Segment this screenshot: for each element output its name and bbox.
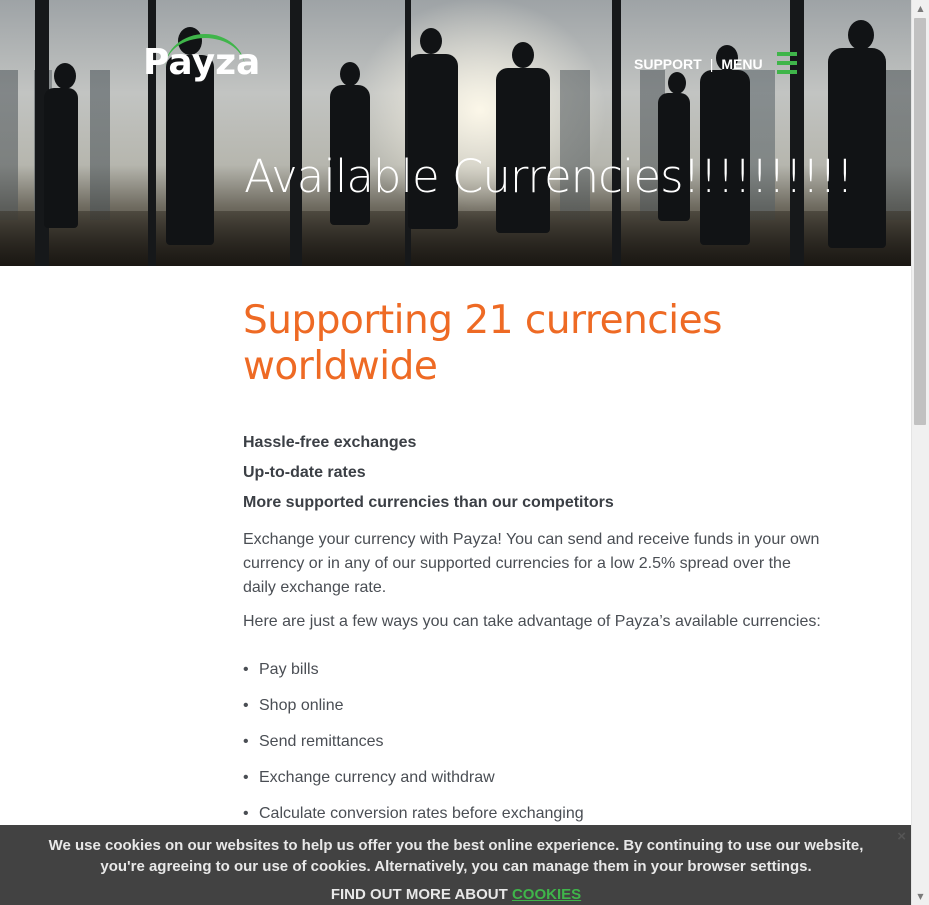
cookie-message: We use cookies on our websites to help u…: [48, 837, 864, 875]
scroll-down-arrow-icon[interactable]: ▼: [912, 888, 929, 905]
menu-link[interactable]: MENU: [721, 56, 762, 72]
top-navigation: SUPPORT | MENU: [634, 55, 763, 73]
person-silhouette: [44, 88, 78, 228]
hamburger-icon[interactable]: [777, 52, 797, 74]
person-silhouette: [668, 72, 686, 94]
list-item: • Pay bills: [243, 652, 828, 688]
window-frame: [290, 0, 302, 266]
cookie-more-label: FIND OUT MORE ABOUT: [330, 886, 508, 903]
hero-banner: Payza SUPPORT | MENU Available Currencie…: [0, 0, 912, 266]
payza-logo[interactable]: Payza: [143, 32, 260, 88]
person-silhouette: [340, 62, 360, 86]
cookie-banner: We use cookies on our websites to help u…: [0, 825, 912, 905]
list-item-label: Shop online: [259, 697, 344, 714]
person-silhouette: [54, 63, 76, 89]
list-item-label: Exchange currency and withdraw: [259, 769, 495, 786]
scroll-up-arrow-icon[interactable]: ▲: [912, 0, 929, 17]
intro-paragraph: Exchange your currency with Payza! You c…: [243, 531, 820, 596]
person-silhouette: [848, 20, 874, 50]
cookies-link[interactable]: COOKIES: [512, 886, 581, 903]
window-frame: [790, 0, 804, 266]
feature-item: Hassle-free exchanges: [243, 434, 417, 451]
logo-wordmark: Payza: [143, 42, 261, 83]
scrollbar-thumb[interactable]: [914, 18, 926, 425]
list-item-label: Pay bills: [259, 661, 319, 678]
window-frame: [612, 0, 621, 266]
bullet-icon: •: [243, 697, 249, 714]
vertical-scrollbar[interactable]: ▲ ▼: [911, 0, 929, 905]
page-headline: Supporting 21 currencies worldwide: [243, 298, 722, 389]
close-icon[interactable]: ×: [897, 828, 906, 845]
ways-paragraph: Here are just a few ways you can take ad…: [243, 613, 821, 630]
feature-item: Up-to-date rates: [243, 464, 366, 481]
support-link[interactable]: SUPPORT: [634, 56, 702, 72]
bullet-icon: •: [243, 769, 249, 786]
hero-title: Available Currencies!!!!!!!!!!: [244, 150, 854, 203]
person-silhouette: [828, 48, 886, 248]
uses-list: • Pay bills • Shop online • Send remittance…: [243, 652, 828, 832]
feature-item: More supported currencies than our compe…: [243, 494, 614, 511]
list-item: • Send remittances: [243, 724, 828, 760]
cookie-more-info: FIND OUT MORE ABOUT COOKIES: [0, 885, 912, 905]
bullet-icon: •: [243, 661, 249, 678]
person-silhouette: [512, 42, 534, 68]
feature-list: Hassle-free exchanges Up-to-date rates M…: [243, 428, 828, 518]
bullet-icon: •: [243, 733, 249, 750]
main-content: Supporting 21 currencies worldwide Hassl…: [243, 298, 828, 832]
list-item-label: Send remittances: [259, 733, 384, 750]
list-item: • Shop online: [243, 688, 828, 724]
list-item: • Exchange currency and withdraw: [243, 760, 828, 796]
person-silhouette: [420, 28, 442, 54]
nav-separator: |: [709, 56, 714, 72]
